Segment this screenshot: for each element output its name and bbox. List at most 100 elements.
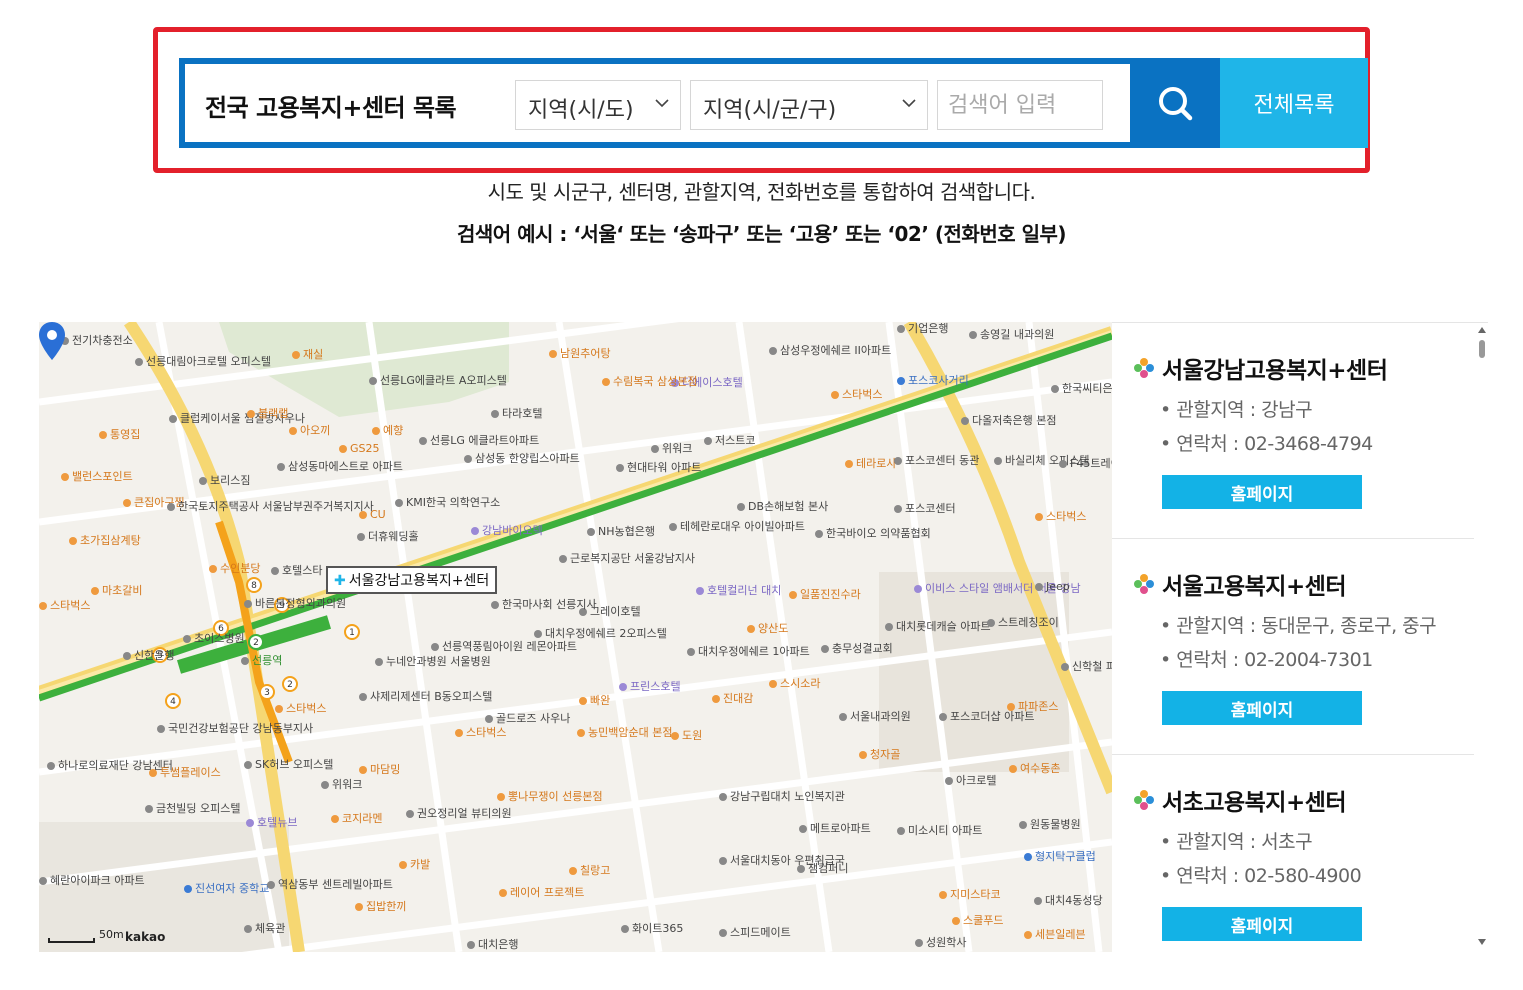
map-marker-label[interactable]: ✚ 서울강남고용복지+센터: [326, 566, 498, 594]
map-poi-label[interactable]: SK허브 오피스텔: [244, 758, 333, 771]
map-poi-label[interactable]: 스피드메이트: [719, 926, 791, 939]
map-poi-label[interactable]: 바른본정형외과의원: [244, 597, 346, 610]
map-poi-label[interactable]: 도원: [671, 729, 702, 742]
map-poi-label[interactable]: 아오끼: [289, 424, 330, 437]
map-poi-label[interactable]: 서울내과의원: [839, 710, 911, 723]
map-poi-label[interactable]: 농민백암순대 본점: [577, 726, 672, 739]
sido-select[interactable]: 지역(시/도): [515, 80, 681, 130]
map-poi-label[interactable]: 포스코사거리: [897, 374, 969, 387]
search-button[interactable]: [1130, 58, 1220, 148]
map-poi-label[interactable]: 위워크: [321, 778, 362, 791]
map-poi-label[interactable]: 선릉LG 에클라트아파트: [419, 434, 539, 447]
map-poi-label[interactable]: 송영길 내과의원: [969, 328, 1054, 341]
map-poi-label[interactable]: 타라호텔: [491, 407, 542, 420]
list-scrollbar[interactable]: [1476, 322, 1488, 952]
all-list-button[interactable]: 전체목록: [1220, 58, 1368, 148]
map-poi-label[interactable]: 청자골: [859, 748, 900, 761]
map-poi-label[interactable]: 프린스호텔: [619, 680, 681, 693]
map-poi-label[interactable]: 더휴웨딩홀: [357, 530, 419, 543]
map-poi-label[interactable]: 신학철 피부과의원: [1061, 660, 1112, 673]
map-poi-label[interactable]: 진대감: [712, 692, 753, 705]
scroll-up-icon[interactable]: [1476, 324, 1488, 336]
map-poi-label[interactable]: 누네안과병원 서울병원: [375, 655, 491, 668]
map-poi-label[interactable]: 잼컴퍼니: [797, 862, 848, 875]
map-poi-label[interactable]: 스시소라: [769, 677, 820, 690]
map-poi-label[interactable]: 수림복국 삼성본점: [602, 375, 697, 388]
map-poi-label[interactable]: 지미스타코: [939, 888, 1001, 901]
map-poi-label[interactable]: 권오정리얼 뷰티의원: [406, 807, 512, 820]
map-poi-label[interactable]: 초가집삼계탕: [69, 534, 141, 547]
map-poi-label[interactable]: 스쿨푸드: [952, 914, 1003, 927]
map-poi-label[interactable]: 골드로즈 사우나: [485, 712, 570, 725]
map-poi-label[interactable]: 삼성우정에쉐르 II아파트: [769, 344, 891, 357]
map-poi-label[interactable]: 대치우정에쉐르 2오피스텔: [534, 627, 667, 640]
map-poi-label[interactable]: 대치은행: [467, 938, 518, 951]
map-poi-label[interactable]: 성원학사: [915, 936, 966, 949]
map-poi-label[interactable]: 양산도: [747, 622, 788, 635]
map-poi-label[interactable]: 화이트365: [621, 922, 683, 935]
map-poi-label[interactable]: 한국바이오 의약품협회: [815, 527, 931, 540]
map-poi-label[interactable]: 혜란아이파크 아파트: [39, 874, 145, 887]
map-view[interactable]: 8 9 6 2 5 1 4 3 2 전기차충전소 재실 선릉대림아크로텔 오피스텔 선…: [39, 322, 1112, 952]
map-poi-label[interactable]: 선릉LG에클라트 A오피스텔: [369, 374, 507, 387]
map-poi-label[interactable]: 뽕나무쟁이 선릉본점: [497, 790, 603, 803]
map-poi-label[interactable]: 근로복지공단 서울강남지사: [559, 552, 695, 565]
map-poi-label[interactable]: 예향: [372, 424, 403, 437]
map-poi-label[interactable]: 스타벅스: [275, 702, 326, 715]
scroll-down-icon[interactable]: [1476, 936, 1488, 948]
map-pin-icon[interactable]: [39, 322, 65, 360]
map-poi-label[interactable]: 레이어 프로젝트: [499, 886, 584, 899]
map-poi-label[interactable]: GS25: [339, 442, 380, 455]
map-poi-label[interactable]: 한국마사회 선릉지사: [491, 598, 597, 611]
map-poi-label[interactable]: 원동물병원: [1019, 818, 1081, 831]
map-poi-label[interactable]: 다올저축은행 본점: [961, 414, 1056, 427]
map-poi-label[interactable]: 세븐일레븐: [1024, 928, 1086, 941]
map-poi-label[interactable]: 여수동촌: [1009, 762, 1060, 775]
map-poi-label[interactable]: 빠완: [579, 694, 610, 707]
map-poi-label[interactable]: 대치롯데캐슬 아파트: [885, 620, 991, 633]
search-input[interactable]: [937, 80, 1103, 130]
map-poi-label[interactable]: 투썸플레이스: [149, 766, 221, 779]
map-poi-label[interactable]: 테헤란로대우 아이빌아파트: [669, 520, 805, 533]
center-list[interactable]: 서울강남고용복지+센터 • 관할지역 : 강남구 • 연락처 : 02-3468…: [1112, 322, 1488, 952]
map-poi-label[interactable]: 강남바이오텍: [471, 524, 543, 537]
map-poi-label[interactable]: 아크로텔: [945, 774, 996, 787]
map-poi-label[interactable]: 포스코센터: [894, 502, 956, 515]
map-poi-label[interactable]: 스트레칭조이: [987, 616, 1059, 629]
map-poi-label[interactable]: 테라로사: [845, 457, 896, 470]
map-poi-label[interactable]: 샤제리제센터 B동오피스텔: [359, 690, 492, 703]
map-poi-label[interactable]: 호텔스타: [271, 564, 322, 577]
map-poi-label[interactable]: 삼성동 한양립스아파트: [464, 452, 580, 465]
map-poi-label[interactable]: 국민건강보험공단 강남동부지사: [157, 722, 313, 735]
map-poi-label[interactable]: Jeep: [1035, 580, 1070, 593]
map-poi-label[interactable]: 보리스짐: [199, 474, 250, 487]
map-poi-label[interactable]: 대치우정에쉐르 1아파트: [687, 645, 810, 658]
map-poi-label[interactable]: 포스코센터 동관: [894, 454, 979, 467]
map-poi-label[interactable]: 스타벅스: [39, 599, 90, 612]
map-poi-label[interactable]: 수인분당: [209, 562, 260, 575]
map-poi-label[interactable]: 미소시티 아파트: [897, 824, 982, 837]
map-poi-label[interactable]: 위워크: [651, 442, 692, 455]
map-poi-label[interactable]: 기업은행: [897, 322, 948, 335]
homepage-button[interactable]: 홈페이지: [1162, 907, 1362, 941]
homepage-button[interactable]: 홈페이지: [1162, 475, 1362, 509]
map-poi-label[interactable]: F45트레이 강남: [1059, 457, 1112, 470]
map-poi-label[interactable]: 역삼동부 센트레빌아파트: [267, 878, 393, 891]
map-poi-label[interactable]: 선릉대림아크로텔 오피스텔: [135, 355, 271, 368]
map-poi-label[interactable]: 마담밍: [359, 763, 400, 776]
map-poi-label[interactable]: 대치4동성당: [1034, 894, 1103, 907]
map-poi-label[interactable]: 집밥한끼: [355, 900, 406, 913]
map-poi-label[interactable]: 한국씨티은: [1051, 382, 1112, 395]
map-poi-label[interactable]: 선릉역: [241, 654, 282, 667]
map-poi-label[interactable]: 전기차충전소: [61, 334, 133, 347]
map-poi-label[interactable]: KMI한국 의학연구소: [395, 496, 500, 509]
map-poi-label[interactable]: 진선여자 중학교: [184, 882, 269, 895]
map-poi-label[interactable]: 밸런스포인트: [61, 470, 133, 483]
map-poi-label[interactable]: 통영집: [99, 428, 140, 441]
map-poi-label[interactable]: 재실: [292, 348, 323, 361]
map-poi-label[interactable]: 스타벅스: [455, 726, 506, 739]
map-poi-label[interactable]: 스타벅스: [1035, 510, 1086, 523]
map-poi-label[interactable]: 스타벅스: [831, 388, 882, 401]
map-poi-label[interactable]: 파파존스: [1007, 700, 1058, 713]
map-poi-label[interactable]: DB손해보험 본사: [737, 500, 828, 513]
